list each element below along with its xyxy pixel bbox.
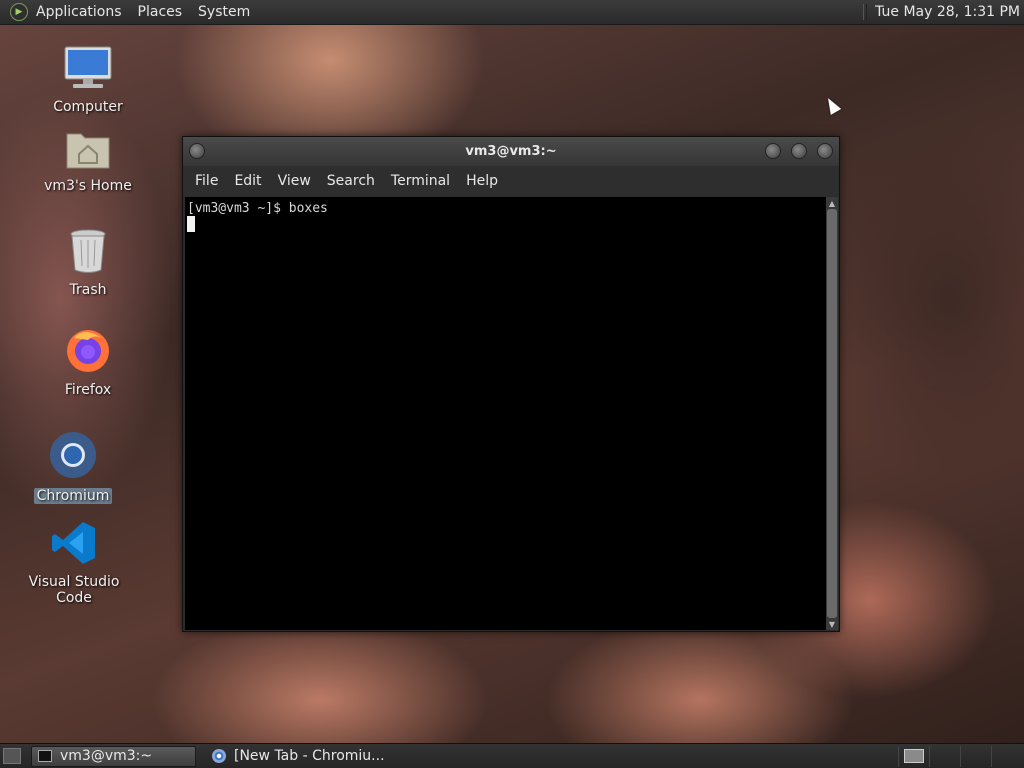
- window-menu-button[interactable]: [189, 143, 205, 159]
- desktop-icon-firefox[interactable]: Firefox: [33, 326, 143, 398]
- desktop-icon-label: Firefox: [64, 382, 112, 398]
- trash-icon: [70, 229, 106, 273]
- close-button[interactable]: [817, 143, 833, 159]
- minimize-button[interactable]: [765, 143, 781, 159]
- terminal-window[interactable]: vm3@vm3:~ File Edit View Search Terminal…: [182, 136, 840, 632]
- terminal-output[interactable]: [vm3@vm3 ~]$ boxes: [185, 197, 827, 630]
- text-cursor: [187, 216, 195, 232]
- desktop-icon-label: Computer: [53, 99, 123, 115]
- workspace-switcher[interactable]: [898, 744, 1022, 768]
- terminal-scrollbar[interactable]: ▲ ▼: [826, 197, 838, 630]
- workspace-2[interactable]: [929, 745, 960, 767]
- firefox-icon: [67, 330, 109, 372]
- clock[interactable]: Tue May 28, 1:31 PM: [875, 4, 1024, 20]
- desktop-icon-label: Trash: [69, 282, 107, 298]
- desktop-icon-computer[interactable]: Computer: [33, 45, 143, 115]
- computer-icon: [64, 46, 112, 88]
- panel-separator: [863, 4, 868, 20]
- applications-logo-icon[interactable]: ▶: [10, 3, 28, 21]
- menu-help[interactable]: Help: [458, 173, 506, 189]
- terminal-line: [vm3@vm3 ~]$ boxes: [187, 201, 328, 216]
- menu-search[interactable]: Search: [319, 173, 383, 189]
- desktop-icon-chromium[interactable]: Chromium: [18, 430, 128, 504]
- desktop-icon-home[interactable]: vm3's Home: [33, 128, 143, 194]
- vscode-icon: [52, 522, 95, 564]
- menu-terminal[interactable]: Terminal: [383, 173, 458, 189]
- desktop-icon-label: vm3's Home: [44, 178, 132, 194]
- desktop-icon-trash[interactable]: Trash: [33, 228, 143, 298]
- workspace-1[interactable]: [898, 745, 929, 767]
- desktop-icon-label: Visual Studio Code: [28, 574, 120, 606]
- chromium-icon: [50, 432, 96, 478]
- top-panel: ▶ Applications Places System Tue May 28,…: [0, 0, 1024, 25]
- applications-menu[interactable]: Applications: [28, 4, 130, 20]
- places-menu[interactable]: Places: [130, 4, 191, 20]
- bottom-panel: vm3@vm3:~ [New Tab - Chromiu...: [0, 743, 1024, 768]
- desktop-icon-label: Chromium: [33, 488, 113, 504]
- menu-view[interactable]: View: [270, 173, 319, 189]
- taskbar-item-label: [New Tab - Chromiu...: [234, 748, 385, 764]
- show-desktop-icon[interactable]: [3, 748, 21, 764]
- workspace-3[interactable]: [960, 745, 991, 767]
- terminal-menu-bar: File Edit View Search Terminal Help: [183, 166, 839, 196]
- scroll-down-arrow-icon[interactable]: ▼: [826, 618, 838, 630]
- maximize-button[interactable]: [791, 143, 807, 159]
- chromium-icon: [212, 749, 226, 763]
- system-menu[interactable]: System: [190, 4, 258, 20]
- home-folder-icon: [66, 133, 110, 169]
- scrollbar-thumb[interactable]: [827, 209, 837, 618]
- taskbar-item-label: vm3@vm3:~: [60, 748, 153, 764]
- taskbar-item-chromium[interactable]: [New Tab - Chromiu...: [206, 746, 391, 767]
- workspace-4[interactable]: [991, 745, 1022, 767]
- scroll-up-arrow-icon[interactable]: ▲: [826, 197, 838, 209]
- terminal-icon: [38, 750, 52, 762]
- desktop-icon-vscode[interactable]: Visual Studio Code: [19, 520, 129, 606]
- window-title: vm3@vm3:~: [465, 144, 557, 159]
- window-title-bar[interactable]: vm3@vm3:~: [183, 137, 839, 166]
- menu-edit[interactable]: Edit: [226, 173, 269, 189]
- menu-file[interactable]: File: [187, 173, 226, 189]
- taskbar-item-terminal[interactable]: vm3@vm3:~: [31, 745, 196, 767]
